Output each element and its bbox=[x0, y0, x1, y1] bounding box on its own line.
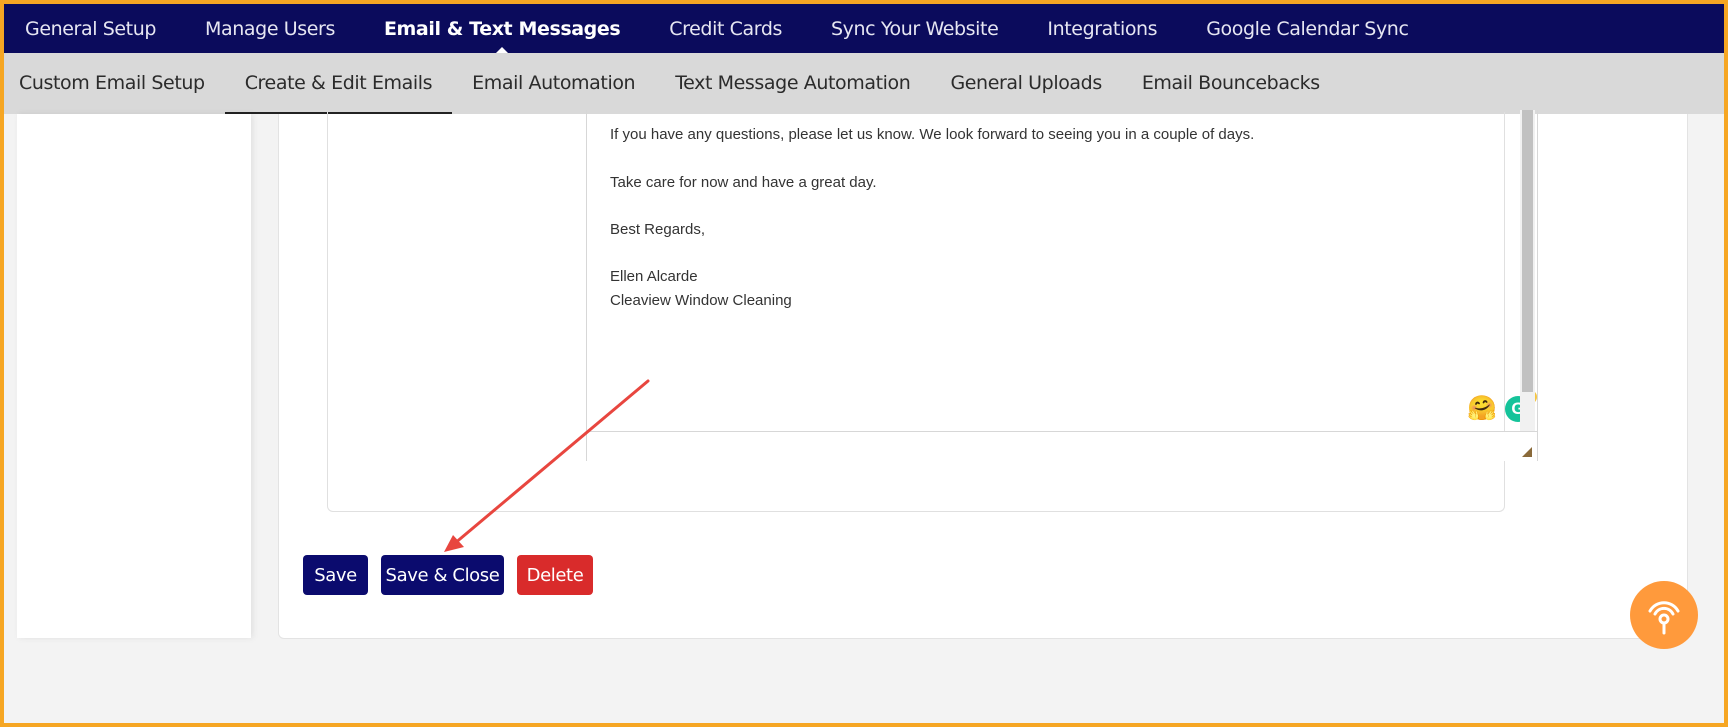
editor-status-bar bbox=[587, 431, 1537, 461]
resize-handle-icon[interactable] bbox=[1522, 447, 1532, 457]
sub-nav: Custom Email Setup Create & Edit Emails … bbox=[4, 53, 1724, 114]
editor-scrollbar[interactable] bbox=[1520, 110, 1535, 432]
top-nav-general-setup[interactable]: General Setup bbox=[25, 18, 156, 40]
scrollbar-thumb[interactable] bbox=[1522, 110, 1533, 392]
top-nav-label: Email & Text Messages bbox=[383, 17, 621, 40]
editor-line: Best Regards, bbox=[610, 221, 706, 238]
editor-content[interactable]: If you have any questions, please let us… bbox=[587, 110, 1537, 432]
wireless-help-icon bbox=[1648, 601, 1680, 635]
rich-text-editor[interactable]: If you have any questions, please let us… bbox=[586, 110, 1538, 461]
top-nav-credit-cards[interactable]: Credit Cards bbox=[669, 18, 782, 40]
email-editor-card: If you have any questions, please let us… bbox=[278, 110, 1688, 639]
top-nav-manage-users[interactable]: Manage Users bbox=[205, 18, 335, 40]
editor-line: Ellen Alcarde bbox=[610, 268, 698, 285]
top-nav-sync-website[interactable]: Sync Your Website bbox=[831, 18, 999, 40]
top-nav-integrations[interactable]: Integrations bbox=[1047, 18, 1157, 40]
editor-line: Take care for now and have a great day. bbox=[610, 174, 877, 191]
tab-custom-email-setup[interactable]: Custom Email Setup bbox=[4, 53, 225, 114]
email-form-section: If you have any questions, please let us… bbox=[327, 110, 1538, 512]
tab-text-message-automation[interactable]: Text Message Automation bbox=[655, 53, 930, 114]
editor-line: If you have any questions, please let us… bbox=[610, 126, 1255, 143]
top-nav-google-calendar-sync[interactable]: Google Calendar Sync bbox=[1206, 18, 1409, 40]
save-button[interactable]: Save bbox=[303, 555, 368, 595]
top-nav-email-text-messages[interactable]: Email & Text Messages bbox=[383, 17, 621, 54]
action-buttons: Save Save & Close Delete bbox=[303, 555, 606, 595]
help-fab-button[interactable] bbox=[1630, 581, 1698, 649]
top-nav: General Setup Manage Users Email & Text … bbox=[4, 4, 1724, 54]
tab-create-edit-emails[interactable]: Create & Edit Emails bbox=[224, 53, 453, 114]
emoji-icon[interactable]: 🤗 bbox=[1467, 395, 1497, 423]
tab-email-bouncebacks[interactable]: Email Bouncebacks bbox=[1122, 53, 1340, 114]
app-frame: General Setup Manage Users Email & Text … bbox=[4, 4, 1724, 723]
editor-line: Cleaview Window Cleaning bbox=[610, 292, 792, 309]
save-close-button[interactable]: Save & Close bbox=[381, 555, 504, 595]
delete-button[interactable]: Delete bbox=[517, 555, 593, 595]
tab-general-uploads[interactable]: General Uploads bbox=[930, 53, 1121, 114]
left-sidebar-panel bbox=[17, 114, 251, 638]
tab-email-automation[interactable]: Email Automation bbox=[452, 53, 655, 114]
